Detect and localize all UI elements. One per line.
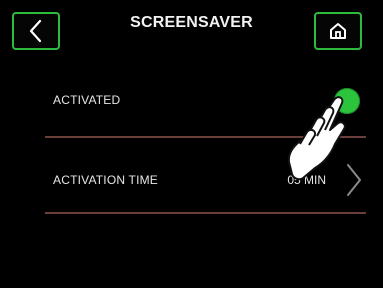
pointing-hand-icon bbox=[287, 96, 346, 181]
activation-time-label: ACTIVATION TIME bbox=[53, 173, 159, 187]
divider bbox=[45, 212, 366, 214]
screensaver-screen: SCREENSAVER ACTIVATED ACTIVATION TIME 05… bbox=[0, 0, 383, 288]
home-button[interactable] bbox=[314, 12, 362, 50]
activated-label: ACTIVATED bbox=[53, 93, 121, 107]
home-icon bbox=[330, 23, 346, 39]
